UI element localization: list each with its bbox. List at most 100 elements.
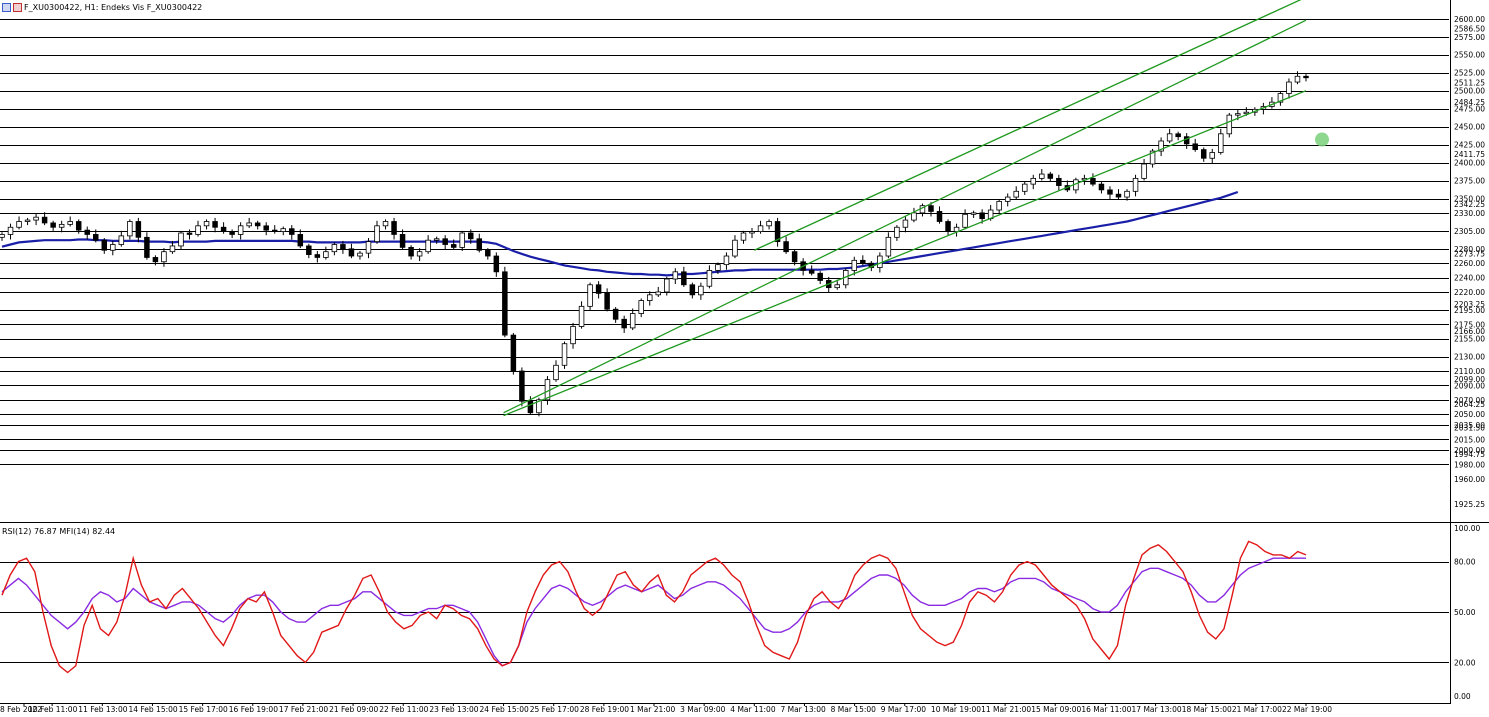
candle [911, 212, 917, 221]
price-tick-label: 2220.00 [1454, 288, 1485, 297]
candle [706, 269, 713, 287]
candle [340, 244, 346, 250]
candle [1209, 152, 1215, 159]
time-tick-label: 10 Mar 19:00 [931, 705, 981, 714]
candle [1141, 163, 1147, 179]
candle [425, 239, 431, 253]
candle [7, 226, 14, 235]
candle [493, 255, 500, 273]
candle [996, 200, 1002, 211]
candle [1056, 177, 1062, 186]
candle [1115, 193, 1122, 198]
candle [629, 313, 636, 329]
candle [220, 226, 227, 232]
candle [485, 249, 491, 257]
candle [118, 235, 125, 245]
price-marker [1315, 132, 1329, 147]
price-tick-label: 2525.00 [1454, 69, 1485, 78]
candle [110, 244, 116, 251]
candle [1132, 177, 1139, 192]
candle [101, 239, 108, 251]
candle [817, 272, 823, 281]
candle [570, 326, 576, 345]
candle [834, 284, 840, 289]
candle [1004, 196, 1011, 202]
candle [1200, 149, 1207, 159]
candle [783, 241, 789, 253]
candle [186, 232, 193, 235]
time-tick-label: 18 Mar 15:00 [1182, 705, 1232, 714]
time-tick-label: 28 Feb 19:00 [580, 705, 629, 714]
time-tick-label: 11 Mar 21:00 [981, 705, 1031, 714]
candle [877, 255, 883, 268]
candle [450, 244, 457, 248]
candle [604, 292, 610, 310]
price-tick-label: 2130.00 [1454, 353, 1485, 362]
candle [152, 257, 159, 263]
candle [58, 223, 65, 228]
candle [306, 245, 312, 255]
candle [723, 255, 730, 266]
candle [1166, 133, 1173, 142]
candle [664, 278, 670, 293]
candle [587, 284, 593, 307]
candle [519, 370, 525, 402]
price-tick-label: 2600.00 [1454, 15, 1485, 24]
candle [357, 252, 363, 257]
time-tick-label: 14 Feb 15:00 [128, 705, 177, 714]
price-tick-label: 2330.00 [1454, 209, 1485, 218]
candle [791, 251, 798, 263]
price-tick-label: 2575.00 [1454, 33, 1485, 42]
candle [476, 238, 483, 251]
time-tick-label: 25 Feb 17:00 [530, 705, 579, 714]
price-tick-label: 2500.00 [1454, 87, 1485, 96]
time-tick-label: 8 Mar 15:00 [831, 705, 877, 714]
time-tick-label: 17 Feb 21:00 [279, 705, 328, 714]
candle [348, 248, 355, 257]
candle [178, 232, 184, 247]
candle [1039, 173, 1045, 179]
candle [0, 234, 5, 238]
candle [331, 244, 338, 253]
chart-area[interactable]: 2600.002586.502575.002550.002525.002511.… [0, 0, 1489, 717]
candle [1098, 183, 1105, 191]
candle [655, 291, 662, 296]
candle [1047, 173, 1054, 179]
candle [757, 225, 764, 232]
candle [1013, 190, 1019, 198]
candle [1226, 114, 1233, 135]
price-tick-label: 1960.00 [1454, 475, 1485, 484]
candle [945, 221, 951, 232]
candle [578, 305, 585, 327]
candle [135, 221, 142, 238]
candle [766, 221, 772, 227]
candle [468, 232, 474, 240]
candle [860, 259, 866, 264]
candle [41, 216, 48, 224]
candle [84, 229, 90, 235]
candle [851, 259, 858, 271]
candle [433, 238, 440, 241]
candle [67, 221, 73, 225]
price-tick-label: 2015.00 [1454, 435, 1485, 444]
candle [1218, 133, 1224, 153]
candle [962, 213, 968, 228]
candle [808, 269, 815, 274]
candle [621, 318, 627, 329]
candle [1235, 113, 1241, 116]
time-tick-label: 4 Mar 11:00 [730, 705, 776, 714]
candle [50, 222, 56, 228]
candle [681, 271, 687, 286]
candle [885, 236, 892, 257]
time-tick-label: 9 Mar 17:00 [881, 705, 927, 714]
time-tick-label: 21 Mar 17:00 [1232, 705, 1282, 714]
price-tick-label: 2031.50 [1454, 423, 1485, 432]
price-tick-label: 2050.00 [1454, 410, 1485, 419]
candle [1294, 75, 1301, 83]
candle [263, 225, 269, 231]
candle [749, 231, 755, 234]
price-tick-label: 1980.00 [1454, 460, 1485, 469]
price-tick-label: 2090.00 [1454, 381, 1485, 390]
candle [314, 254, 321, 258]
price-tick-label: 1925.25 [1454, 500, 1485, 509]
